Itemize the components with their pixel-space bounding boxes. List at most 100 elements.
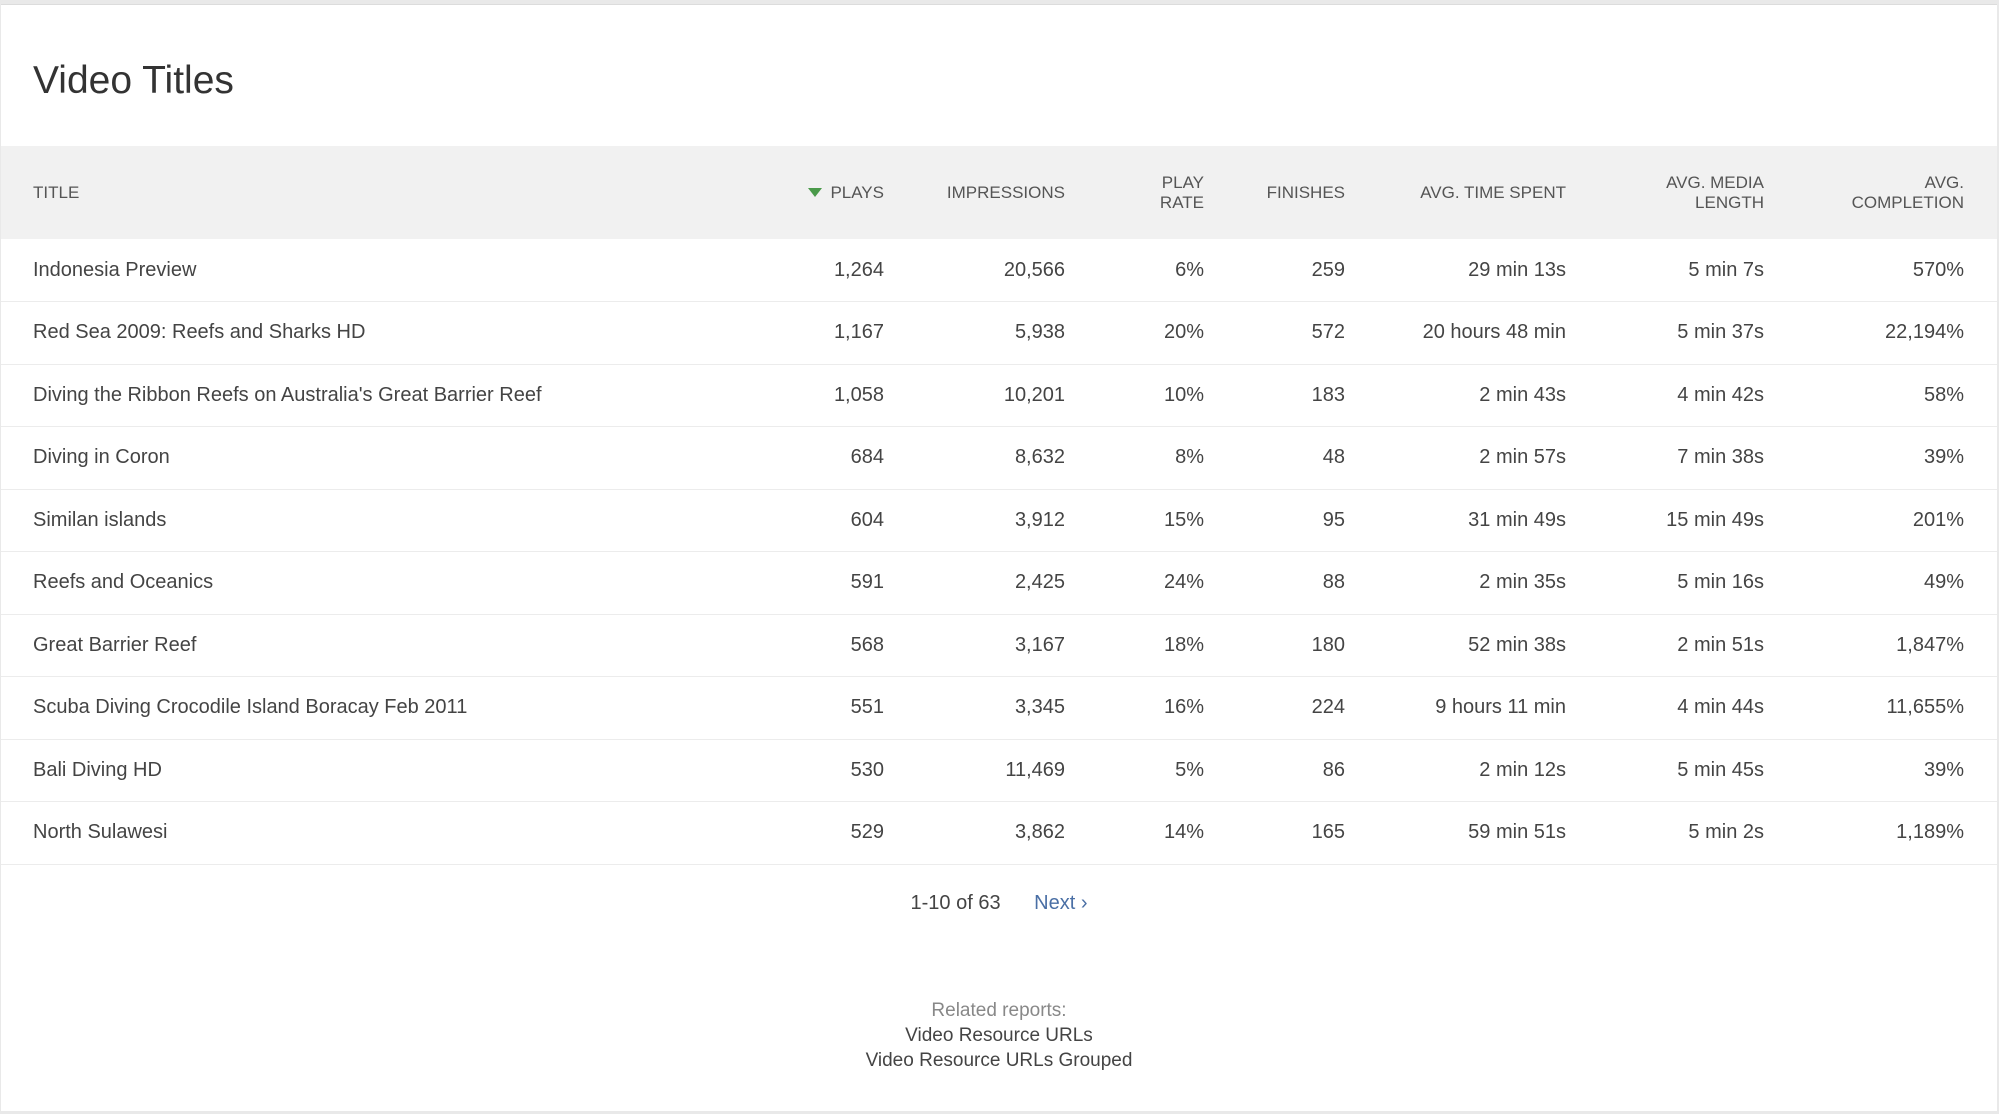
column-header-avg-time-spent[interactable]: AVG. TIME SPENT (1365, 146, 1586, 239)
cell-avg-media-length: 5 min 2s (1688, 821, 1764, 844)
cell-impressions: 3,862 (1014, 821, 1065, 844)
cell-play-rate: 5% (1175, 758, 1204, 781)
related-reports: Related reports: Video Resource URLs Vid… (1, 998, 1997, 1073)
column-header-play-rate[interactable]: PLAY RATE (1085, 146, 1224, 239)
table-row[interactable]: Indonesia Preview 1,264 20,566 6% 259 29 min … (1, 239, 1997, 302)
cell-play-rate: 8% (1175, 446, 1204, 469)
cell-avg-completion: 570% (1912, 258, 1964, 281)
cell-plays: 568 (850, 633, 884, 656)
cell-avg-media-length: 5 min 7s (1688, 258, 1764, 281)
cell-impressions: 5,938 (1014, 321, 1065, 344)
cell-impressions: 3,345 (1014, 696, 1065, 719)
cell-impressions: 10,201 (1003, 383, 1065, 406)
cell-impressions: 3,167 (1014, 633, 1065, 656)
cell-avg-media-length: 4 min 44s (1677, 696, 1764, 719)
cell-impressions: 2,425 (1014, 571, 1065, 594)
cell-title: Indonesia Preview (33, 258, 197, 281)
cell-avg-completion: 49% (1923, 571, 1964, 594)
table-body: Indonesia Preview 1,264 20,566 6% 259 29 min … (1, 239, 1997, 864)
cell-avg-time-spent: 20 hours 48 min (1422, 321, 1566, 344)
cell-avg-time-spent: 31 min 49s (1468, 508, 1566, 531)
cell-avg-media-length: 2 min 51s (1677, 633, 1764, 656)
cell-title: Reefs and Oceanics (33, 571, 214, 594)
sort-desc-icon (808, 187, 823, 197)
cell-avg-completion: 11,655% (1886, 696, 1964, 719)
cell-avg-time-spent: 52 min 38s (1468, 633, 1566, 656)
column-header-plays[interactable]: PLAYS (801, 146, 904, 239)
column-header-title[interactable]: TITLE (1, 146, 801, 239)
pagination-range: 1-10 of 63 (910, 892, 1001, 914)
cell-play-rate: 10% (1163, 383, 1204, 406)
cell-avg-media-length: 5 min 16s (1677, 571, 1764, 594)
table-row[interactable]: North Sulawesi 529 3,862 14% 165 59 min 51s 5 … (1, 802, 1997, 864)
cell-title: North Sulawesi (33, 821, 168, 844)
table-row[interactable]: Scuba Diving Crocodile Island Boracay Fe… (1, 677, 1997, 739)
cell-finishes: 183 (1311, 383, 1345, 406)
cell-plays: 1,167 (833, 321, 884, 344)
cell-avg-time-spent: 29 min 13s (1468, 258, 1566, 281)
cell-avg-time-spent: 2 min 57s (1479, 446, 1566, 469)
cell-play-rate: 14% (1163, 821, 1204, 844)
table-row[interactable]: Diving in Coron 684 8,632 8% 48 2 min 57s 7 mi… (1, 427, 1997, 489)
cell-avg-completion: 201% (1912, 508, 1964, 531)
pagination: 1-10 of 63 Next › (1, 892, 1997, 915)
cell-plays: 684 (850, 446, 884, 469)
cell-avg-time-spent: 2 min 43s (1479, 383, 1566, 406)
table-row[interactable]: Great Barrier Reef 568 3,167 18% 180 52 min 3… (1, 614, 1997, 677)
cell-avg-media-length: 15 min 49s (1666, 508, 1764, 531)
cell-avg-completion: 1,189% (1896, 821, 1964, 844)
cell-finishes: 88 (1322, 571, 1345, 594)
cell-avg-media-length: 7 min 38s (1677, 446, 1764, 469)
cell-finishes: 165 (1311, 821, 1345, 844)
cell-avg-time-spent: 2 min 35s (1479, 571, 1566, 594)
cell-play-rate: 16% (1163, 696, 1204, 719)
cell-avg-media-length: 4 min 42s (1677, 383, 1764, 406)
cell-title: Bali Diving HD (33, 758, 162, 781)
cell-plays: 529 (850, 821, 884, 844)
cell-title: Red Sea 2009: Reefs and Sharks HD (33, 321, 366, 344)
cell-play-rate: 6% (1175, 258, 1204, 281)
cell-finishes: 48 (1322, 446, 1345, 469)
cell-avg-time-spent: 59 min 51s (1468, 821, 1566, 844)
cell-avg-media-length: 5 min 45s (1677, 758, 1764, 781)
table-row[interactable]: Red Sea 2009: Reefs and Sharks HD 1,167 5,… (1, 302, 1997, 364)
cell-avg-media-length: 5 min 37s (1677, 321, 1764, 344)
table-header-row: TITLE PLAYS IMPRESSIONS PLAY RATE FINISHE… (1, 146, 1997, 239)
cell-title: Similan islands (33, 508, 167, 531)
table-row[interactable]: Bali Diving HD 530 11,469 5% 86 2 min 12s 5 mi… (1, 739, 1997, 802)
column-header-finishes[interactable]: FINISHES (1224, 146, 1365, 239)
cell-avg-completion: 58% (1923, 383, 1964, 406)
cell-impressions: 11,469 (1005, 758, 1065, 781)
cell-play-rate: 24% (1163, 571, 1204, 594)
column-header-avg-completion[interactable]: AVG. COMPLETION (1784, 146, 1997, 239)
cell-finishes: 259 (1311, 258, 1345, 281)
cell-avg-completion: 1,847% (1896, 633, 1964, 656)
cell-plays: 1,264 (833, 258, 884, 281)
cell-title: Scuba Diving Crocodile Island Boracay Fe… (33, 696, 468, 719)
column-header-impressions[interactable]: IMPRESSIONS (904, 146, 1085, 239)
table-row[interactable]: Similan islands 604 3,912 15% 95 31 min 49s 15… (1, 489, 1997, 552)
cell-avg-completion: 39% (1923, 758, 1964, 781)
related-report-link[interactable]: Video Resource URLs Grouped (1, 1048, 1997, 1073)
video-titles-table: TITLE PLAYS IMPRESSIONS PLAY RATE FINISHE… (1, 146, 1997, 865)
table-row[interactable]: Reefs and Oceanics 591 2,425 24% 88 2 min 35s… (1, 552, 1997, 614)
cell-play-rate: 18% (1163, 633, 1204, 656)
cell-finishes: 86 (1322, 758, 1345, 781)
cell-finishes: 224 (1311, 696, 1345, 719)
next-page-link[interactable]: Next › (1034, 892, 1087, 914)
cell-impressions: 3,912 (1014, 508, 1065, 531)
cell-plays: 591 (850, 571, 884, 594)
report-panel: Video Titles TITLE PLAYS IMPRESSIONS PLA… (1, 4, 1997, 1111)
related-report-link[interactable]: Video Resource URLs (1, 1023, 1997, 1048)
table-row[interactable]: Diving the Ribbon Reefs on Australia's G… (1, 364, 1997, 427)
cell-play-rate: 20% (1163, 321, 1204, 344)
cell-impressions: 20,566 (1003, 258, 1065, 281)
cell-finishes: 572 (1311, 321, 1345, 344)
cell-finishes: 180 (1311, 633, 1345, 656)
cell-title: Diving in Coron (33, 446, 170, 469)
cell-avg-time-spent: 2 min 12s (1479, 758, 1566, 781)
cell-plays: 1,058 (833, 383, 884, 406)
cell-plays: 604 (850, 508, 884, 531)
page-title: Video Titles (33, 59, 234, 102)
column-header-avg-media-length[interactable]: AVG. MEDIA LENGTH (1586, 146, 1784, 239)
